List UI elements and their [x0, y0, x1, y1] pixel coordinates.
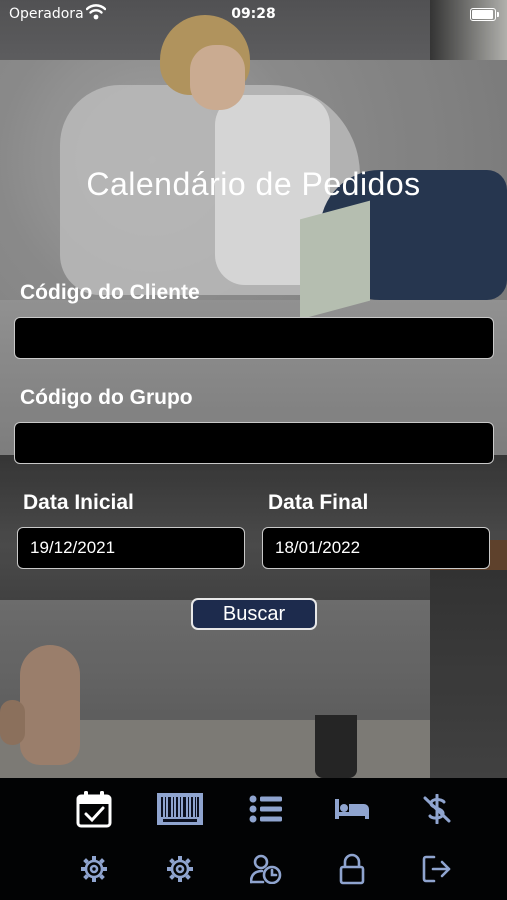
status-bar: Operadora 09:28 [0, 0, 507, 30]
logout-icon[interactable] [415, 847, 459, 891]
start-date-label: Data Inicial [23, 491, 134, 514]
app-screen: Operadora 09:28 Calendário de Pedidos Có… [0, 0, 507, 900]
end-date-label: Data Final [268, 491, 369, 514]
user-clock-icon[interactable] [244, 847, 288, 891]
lock-icon[interactable] [330, 847, 374, 891]
search-button[interactable]: Buscar [191, 598, 317, 630]
start-date-field[interactable]: 19/12/2021 [17, 527, 245, 569]
gear-sync-icon-2[interactable] [158, 847, 202, 891]
gear-sync-icon[interactable] [72, 847, 116, 891]
page-title: Calendário de Pedidos [86, 166, 421, 202]
bottom-toolbar [0, 778, 507, 900]
bed-icon[interactable] [330, 787, 374, 831]
end-date-field[interactable]: 18/01/2022 [262, 527, 490, 569]
client-code-input[interactable] [14, 317, 494, 359]
group-code-label: Código do Grupo [20, 386, 193, 409]
client-code-label: Código do Cliente [20, 281, 200, 304]
battery-icon [470, 8, 499, 21]
calendar-check-icon[interactable] [72, 787, 116, 831]
list-icon[interactable] [244, 787, 288, 831]
dollar-off-icon[interactable] [415, 787, 459, 831]
barcode-icon[interactable] [157, 787, 203, 831]
group-code-input[interactable] [14, 422, 494, 464]
clock: 09:28 [231, 6, 276, 22]
